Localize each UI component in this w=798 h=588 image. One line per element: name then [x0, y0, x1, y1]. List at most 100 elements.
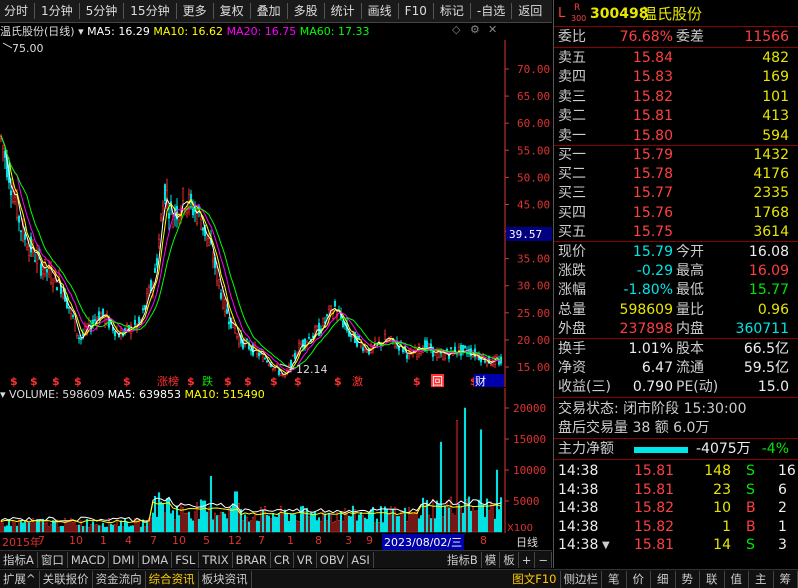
- diamond-icon[interactable]: ◇: [452, 23, 460, 36]
- dividend-marker[interactable]: $: [10, 375, 18, 387]
- toolbar-item-6[interactable]: 叠加: [253, 1, 285, 21]
- bottom-tab-10[interactable]: 势: [676, 571, 701, 588]
- volume-bar: [490, 502, 492, 532]
- indicator-tab-12[interactable]: 指标B: [444, 552, 482, 568]
- volume-bar: [74, 521, 76, 532]
- volume-bar: [390, 507, 392, 532]
- volume-bar: [382, 523, 384, 532]
- dividend-marker[interactable]: $: [224, 375, 232, 387]
- volume-bar: [0, 521, 2, 532]
- bottom-tab-11[interactable]: 联: [700, 571, 725, 588]
- die-marker[interactable]: 跌: [202, 374, 213, 387]
- close-icon[interactable]: ✕: [488, 23, 497, 36]
- dividend-marker[interactable]: $: [30, 375, 38, 387]
- indicator-tab-10[interactable]: OBV: [317, 552, 348, 568]
- bottom-tab-4[interactable]: 板块资讯: [199, 571, 252, 588]
- triangle-down-icon[interactable]: ▼: [602, 536, 610, 555]
- bottom-tab-6[interactable]: 侧边栏: [561, 571, 603, 588]
- bottom-tab-9[interactable]: 细: [651, 571, 676, 588]
- indicator-tab-8[interactable]: CR: [271, 552, 294, 568]
- indicator-tab-11[interactable]: ASI: [348, 552, 374, 568]
- bottom-tab-12[interactable]: 值: [725, 571, 750, 588]
- toolbar-item-10[interactable]: F10: [401, 1, 431, 21]
- dividend-marker[interactable]: $: [413, 375, 421, 387]
- volume-bar: [110, 524, 112, 532]
- chevron-down-icon[interactable]: ▾: [78, 25, 84, 38]
- bottom-tab-13[interactable]: 主: [749, 571, 774, 588]
- dividend-marker[interactable]: $: [244, 375, 252, 387]
- dividend-marker[interactable]: $: [270, 375, 278, 387]
- toolbar-item-12[interactable]: -自选: [473, 1, 509, 21]
- indicator-tab-14[interactable]: 板: [500, 552, 519, 568]
- dividend-marker[interactable]: $: [334, 375, 342, 387]
- stat2-value: 1.01%: [629, 340, 673, 359]
- indicator-tab-0[interactable]: 指标A: [0, 552, 38, 568]
- toolbar-item-8[interactable]: 统计: [327, 1, 359, 21]
- daily-period-button[interactable]: 日线: [516, 534, 538, 550]
- volume-bar: [266, 515, 268, 532]
- indicator-tab-16[interactable]: −: [535, 552, 552, 568]
- indicator-tab-4[interactable]: DMA: [139, 552, 173, 568]
- ji-marker[interactable]: 激: [352, 374, 363, 387]
- toolbar-item-7[interactable]: 多股: [290, 1, 322, 21]
- toolbar-item-4[interactable]: 更多: [179, 1, 211, 21]
- indicator-tab-15[interactable]: +: [519, 552, 536, 568]
- bottom-tab-3[interactable]: 综合资讯: [146, 571, 199, 588]
- volume-chart[interactable]: 2000015000100005000X100: [0, 388, 552, 533]
- candle-body: [268, 364, 270, 365]
- dividend-marker[interactable]: $: [52, 375, 60, 387]
- bottom-tab-7[interactable]: 笔: [602, 571, 627, 588]
- stat-row: 总量598609量比0.96: [554, 301, 798, 320]
- candle-body: [300, 344, 302, 345]
- indicator-tab-13[interactable]: 模: [482, 552, 501, 568]
- volume-bar: [50, 524, 52, 532]
- bottom-tab-0[interactable]: 扩展^: [0, 571, 40, 588]
- tick-row: 14:38▼15.8114S3: [554, 536, 798, 555]
- dividend-marker[interactable]: $: [74, 375, 82, 387]
- sell-label: 卖一: [558, 127, 586, 146]
- price-tick-label: 15.00: [517, 361, 550, 374]
- dividend-marker[interactable]: $: [123, 375, 131, 387]
- toolbar-item-2[interactable]: 5分钟: [82, 1, 122, 21]
- indicator-tab-1[interactable]: 窗口: [38, 552, 68, 568]
- toolbar-item-5[interactable]: 复权: [216, 1, 248, 21]
- toolbar-item-9[interactable]: 画线: [364, 1, 396, 21]
- indicator-tab-7[interactable]: BRAR: [233, 552, 271, 568]
- price-tick-label: 30.00: [517, 280, 550, 293]
- toolbar-item-13[interactable]: 返回: [514, 1, 546, 21]
- hui-marker[interactable]: 回: [432, 375, 443, 387]
- volume-bar: [478, 500, 480, 532]
- candle-body: [322, 319, 324, 326]
- buy-label: 买二: [558, 165, 586, 184]
- indicator-tab-9[interactable]: VR: [294, 552, 317, 568]
- bottom-tab-2[interactable]: 资金流向: [93, 571, 146, 588]
- candle-body: [224, 300, 226, 312]
- bottom-tab-8[interactable]: 价: [627, 571, 652, 588]
- toolbar-divider: [470, 3, 471, 19]
- dividend-marker[interactable]: $: [187, 375, 195, 387]
- indicator-tab-6[interactable]: TRIX: [199, 552, 232, 568]
- bottom-tab-14[interactable]: 筹: [774, 571, 798, 588]
- candle-body: [432, 347, 434, 357]
- volume-bar: [448, 508, 450, 532]
- dividend-marker[interactable]: $: [294, 375, 302, 387]
- candle-body: [208, 239, 210, 246]
- volume-bar: [398, 516, 400, 532]
- candle-body: [362, 348, 364, 351]
- settings-icon[interactable]: ⚙: [470, 23, 480, 36]
- cai-marker[interactable]: 财: [475, 374, 486, 387]
- toolbar-item-3[interactable]: 15分钟: [126, 1, 173, 21]
- indicator-tab-5[interactable]: FSL: [172, 552, 199, 568]
- indicator-tab-2[interactable]: MACD: [68, 552, 109, 568]
- toolbar-item-0[interactable]: 分时: [0, 1, 32, 21]
- ma10-label: MA10: 16.62: [153, 25, 223, 38]
- bottom-tab-1[interactable]: 关联报价: [40, 571, 93, 588]
- zhang-marker[interactable]: 涨榜: [157, 374, 179, 387]
- candle-body: [358, 336, 360, 338]
- toolbar-item-1[interactable]: 1分钟: [37, 1, 77, 21]
- toolbar-item-11[interactable]: 标记: [436, 1, 468, 21]
- volume-bar: [364, 518, 366, 532]
- indicator-tab-3[interactable]: DMI: [109, 552, 138, 568]
- bottom-tab-5[interactable]: 图文F10: [509, 571, 560, 588]
- price-chart[interactable]: 70.0065.0060.0055.0050.0045.0040.0035.00…: [0, 40, 552, 387]
